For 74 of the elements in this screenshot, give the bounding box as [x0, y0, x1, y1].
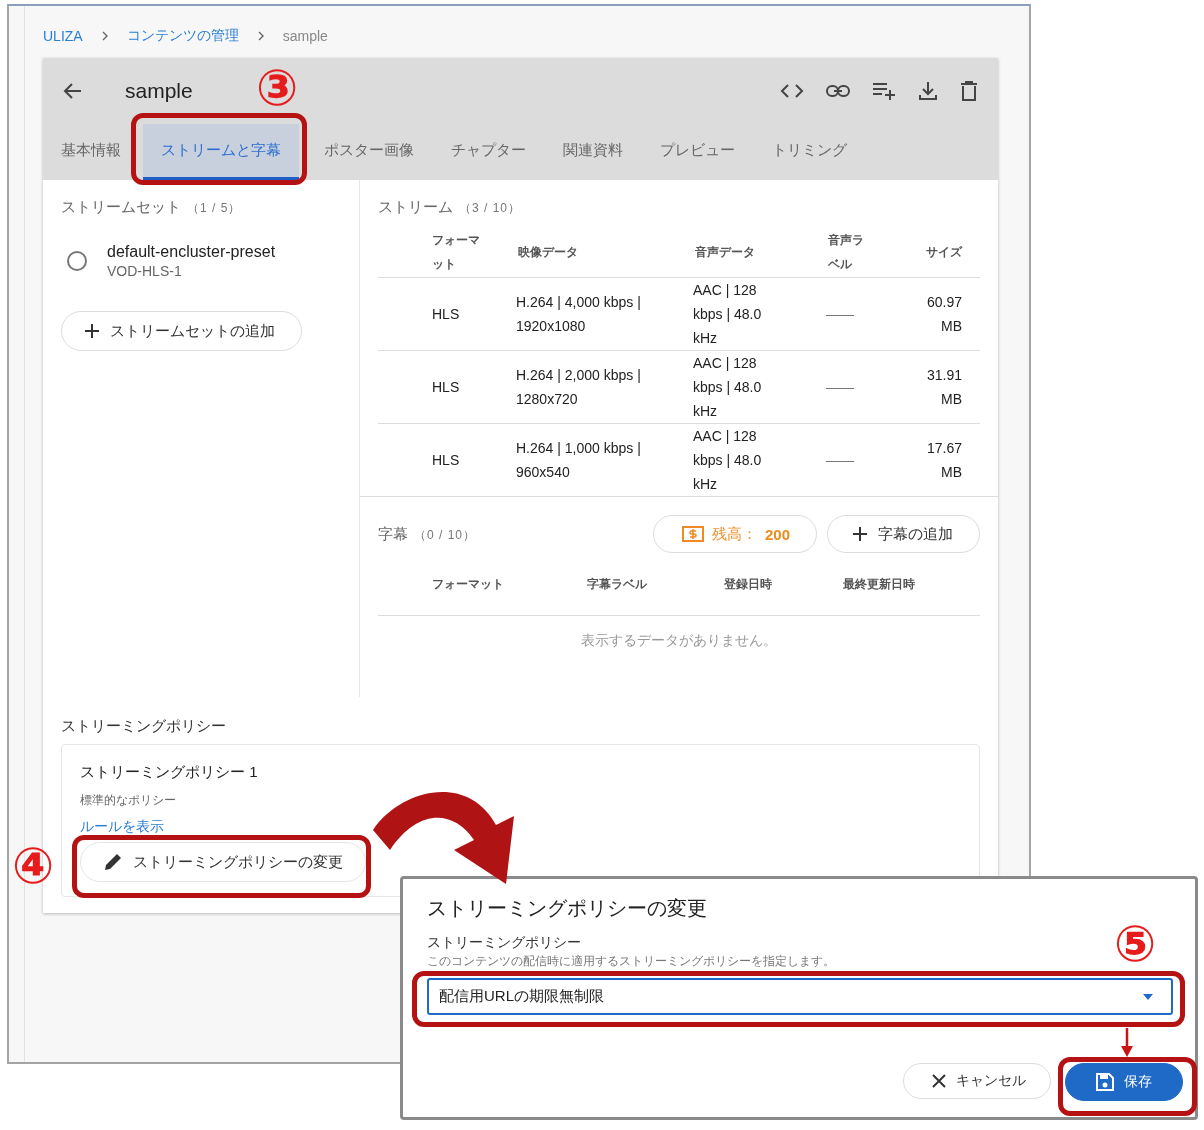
table-cell: HLS: [432, 452, 460, 468]
table-cell: H.264 | 1,000 kbps | 960x540: [516, 440, 641, 480]
step-number: ⑤: [1114, 916, 1157, 972]
close-icon: [932, 1074, 946, 1088]
section-title: ストリームセット: [61, 198, 181, 217]
section-title: ストリーミングポリシー: [61, 717, 227, 736]
table-cell: ——: [826, 379, 854, 395]
balance-value: 200: [764, 525, 790, 543]
table-cell: ——: [826, 452, 854, 468]
column-header: 登録日時: [724, 575, 773, 593]
arrow-drawing: [1120, 1028, 1134, 1057]
policy-select[interactable]: 配信用URLの期限無制限: [427, 978, 1173, 1015]
column-header: 音声データ: [695, 245, 755, 259]
add-subtitle-button[interactable]: 字幕の追加: [827, 515, 980, 553]
balance-label: 残高：: [711, 524, 757, 544]
table-cell: HLS: [432, 306, 460, 322]
count-label: （3 / 10）: [459, 200, 522, 217]
table-cell: 60.97 MB: [926, 294, 962, 334]
column-header: 映像データ: [518, 245, 578, 259]
step-number: ④: [12, 838, 55, 894]
tab[interactable]: 基本情報: [49, 124, 133, 180]
breadcrumb-link[interactable]: コンテンツの管理: [126, 27, 239, 45]
column-header: 字幕ラベル: [587, 575, 648, 593]
table-cell: H.264 | 4,000 kbps | 1920x1080: [516, 294, 641, 334]
tab[interactable]: ストリームと字幕: [143, 124, 299, 180]
content-title: sample: [125, 79, 193, 103]
breadcrumb-current: sample: [282, 28, 328, 44]
table-cell: 31.91 MB: [926, 367, 962, 407]
field-hint: このコンテンツの配信時に適用するストリーミングポリシーを指定します。: [427, 954, 835, 968]
view-rules-link[interactable]: ルールを表示: [80, 818, 164, 836]
policy-name: ストリーミングポリシー 1: [80, 763, 258, 782]
column-header: 最終更新日時: [843, 575, 915, 593]
table-cell: H.264 | 2,000 kbps | 1280x720: [516, 367, 641, 407]
stream-set-preset: VOD-HLS-1: [107, 263, 183, 279]
dropdown-caret-icon: [1143, 993, 1153, 1000]
field-label: ストリーミングポリシー: [427, 934, 581, 952]
dollar-icon: [681, 526, 704, 542]
change-policy-button[interactable]: ストリーミングポリシーの変更: [80, 842, 366, 882]
radio-button[interactable]: [67, 251, 87, 271]
section-title: 字幕: [378, 524, 408, 544]
save-button[interactable]: 保存: [1065, 1063, 1183, 1101]
plus-icon: [852, 526, 868, 542]
dialog-title: ストリーミングポリシーの変更: [427, 896, 707, 921]
tab[interactable]: ポスター画像: [312, 124, 426, 180]
count-label: （1 / 5）: [187, 200, 242, 217]
cancel-button[interactable]: キャンセル: [903, 1063, 1051, 1099]
policy-description: 標準的なポリシー: [80, 792, 176, 809]
table-cell: HLS: [432, 379, 460, 395]
pencil-icon: [103, 852, 123, 872]
table-cell: 17.67 MB: [926, 440, 962, 480]
balance-button[interactable]: 残高： 200: [652, 515, 817, 553]
section-title: ストリーム: [378, 198, 453, 217]
tab[interactable]: 関連資料: [551, 124, 635, 180]
table-cell: ——: [826, 306, 854, 322]
tab[interactable]: チャプター: [439, 124, 538, 180]
step-number: ③: [256, 60, 299, 116]
column-header: サイズ: [926, 245, 962, 259]
column-header: 音声ラベル: [828, 233, 864, 271]
table-cell: AAC | 128 kbps | 48.0 kHz: [693, 355, 762, 419]
column-header: フォーマット: [432, 233, 480, 271]
breadcrumb-link[interactable]: ULIZA: [43, 28, 83, 44]
save-icon: [1096, 1073, 1114, 1091]
empty-message: 表示するデータがありません。: [581, 632, 777, 648]
tab[interactable]: トリミング: [760, 124, 859, 180]
table-cell: AAC | 128 kbps | 48.0 kHz: [693, 282, 762, 346]
chevron-icon: [256, 31, 265, 41]
tab[interactable]: プレビュー: [648, 124, 747, 180]
table-cell: AAC | 128 kbps | 48.0 kHz: [693, 428, 762, 492]
add-stream-set-button[interactable]: ストリームセットの追加: [61, 311, 302, 351]
stream-set-name: default-encluster-preset: [107, 243, 276, 261]
plus-icon: [84, 323, 100, 339]
count-label: （0 / 10）: [414, 526, 477, 544]
chevron-icon: [100, 31, 109, 41]
column-header: フォーマット: [432, 575, 505, 593]
